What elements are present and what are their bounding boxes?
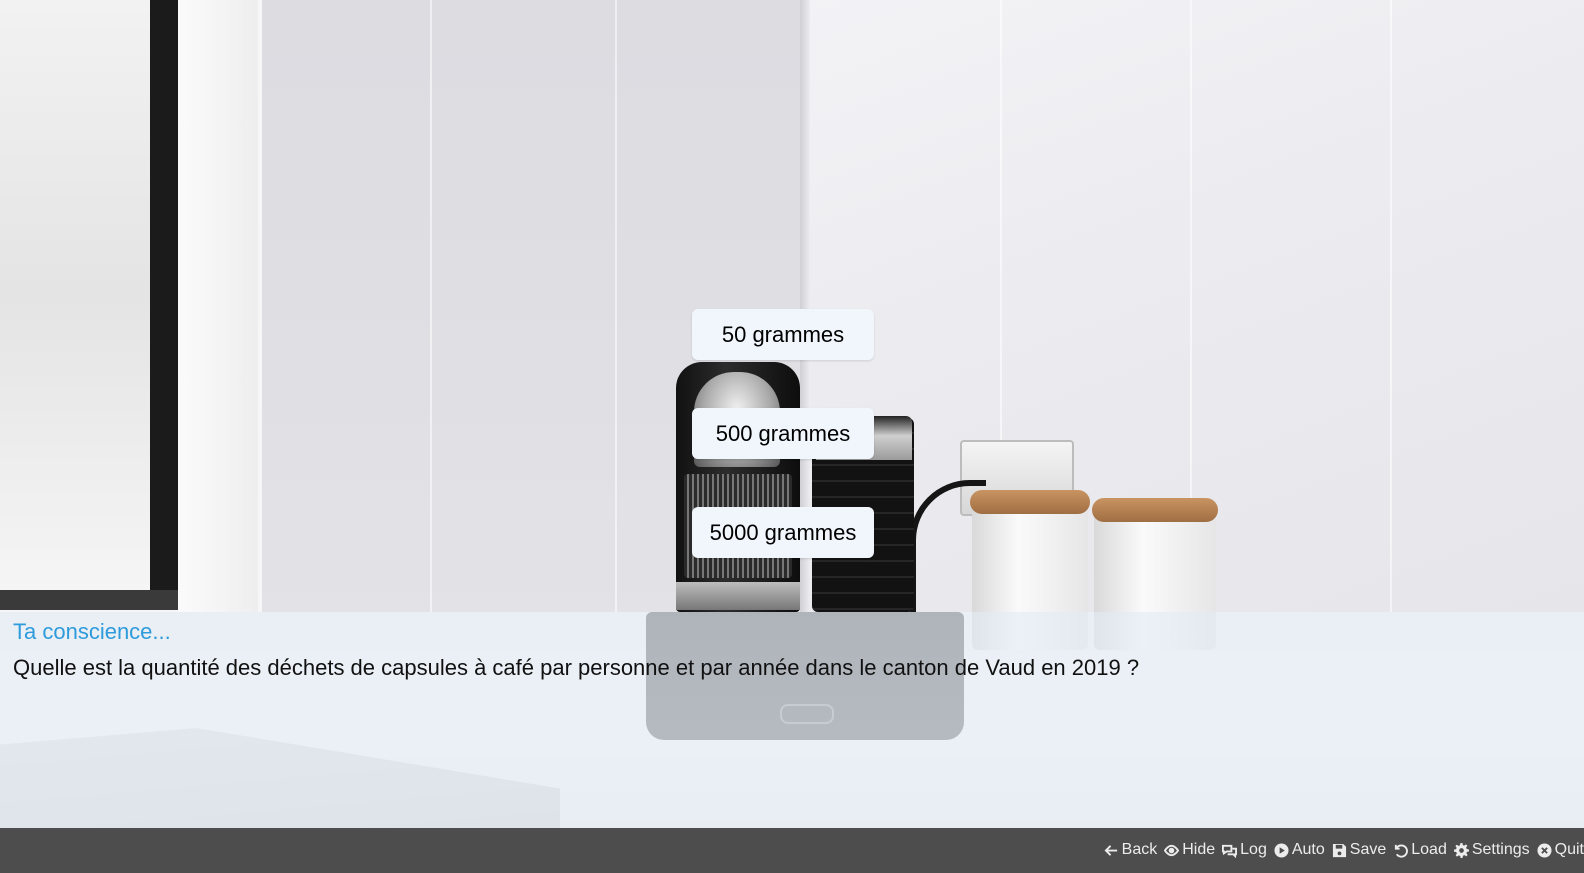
window-inner-wall xyxy=(178,0,258,620)
window-sill xyxy=(0,590,180,610)
window-glass xyxy=(0,0,150,590)
settings-label: Settings xyxy=(1471,841,1530,858)
load-button[interactable]: Load xyxy=(1393,841,1447,859)
save-button[interactable]: Save xyxy=(1332,841,1386,859)
jar-lid xyxy=(970,490,1090,514)
quit-button[interactable]: Quit xyxy=(1537,841,1584,859)
choice-button-50g[interactable]: 50 grammes xyxy=(692,309,874,360)
hide-button[interactable]: Hide xyxy=(1164,841,1215,859)
log-label: Log xyxy=(1240,841,1267,858)
dialogue-text: Quelle est la quantité des déchets de ca… xyxy=(13,655,1140,680)
back-button[interactable]: Back xyxy=(1104,841,1158,859)
window-bar xyxy=(150,0,178,610)
floppy-disk-icon xyxy=(1332,843,1346,857)
back-label: Back xyxy=(1121,841,1158,858)
auto-button[interactable]: Auto xyxy=(1274,841,1325,859)
auto-label: Auto xyxy=(1291,841,1325,858)
close-circle-icon xyxy=(1537,842,1552,858)
gear-icon xyxy=(1453,842,1469,858)
quit-label: Quit xyxy=(1554,841,1584,858)
choice-button-5000g[interactable]: 5000 grammes xyxy=(692,507,874,558)
settings-button[interactable]: Settings xyxy=(1453,841,1530,859)
hide-label: Hide xyxy=(1182,841,1216,858)
load-label: Load xyxy=(1411,841,1447,858)
play-circle-icon xyxy=(1274,842,1289,858)
save-label: Save xyxy=(1349,841,1387,858)
quick-menu: Back Hide Log Auto Save Load Settings Qu… xyxy=(1104,838,1584,862)
jar-lid xyxy=(1092,498,1218,522)
arrow-left-icon xyxy=(1104,844,1117,856)
speaker-name: Ta conscience... xyxy=(13,619,171,644)
tile-seam xyxy=(1390,0,1392,630)
eye-icon xyxy=(1164,844,1180,856)
chat-bubbles-icon xyxy=(1222,844,1238,858)
undo-icon xyxy=(1395,843,1409,858)
dialogue-box[interactable] xyxy=(0,612,1584,828)
coffee-machine-drip-tray xyxy=(676,582,800,610)
tile-seam xyxy=(615,0,617,630)
choice-button-500g[interactable]: 500 grammes xyxy=(692,408,874,459)
log-button[interactable]: Log xyxy=(1222,841,1267,859)
tile-seam xyxy=(430,0,432,630)
